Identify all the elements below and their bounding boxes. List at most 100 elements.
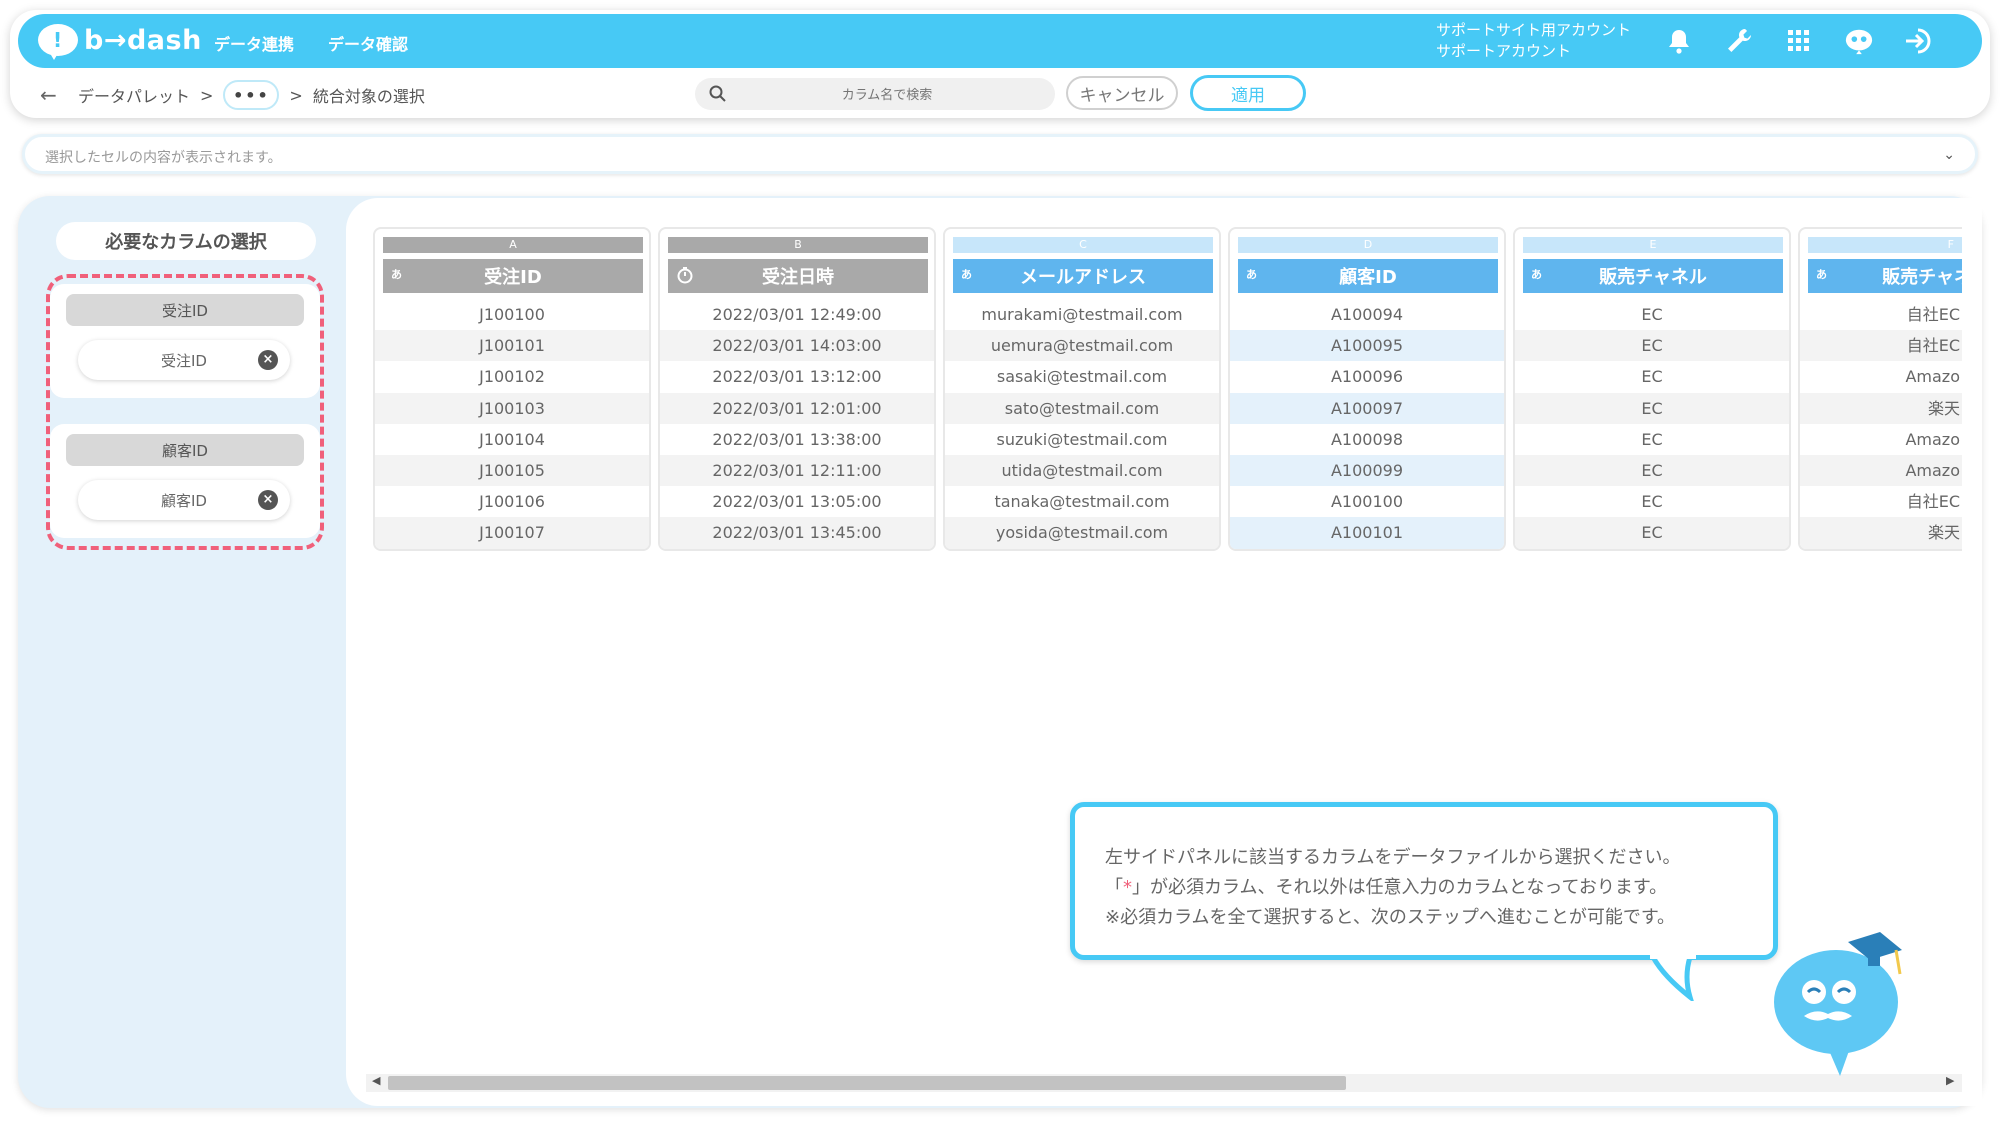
column-header[interactable]: あ メールアドレス (953, 259, 1213, 293)
table-cell[interactable]: uemura@testmail.com (945, 330, 1219, 362)
nav-data-check[interactable]: データ確認 (328, 31, 408, 55)
nav-data-integration[interactable]: データ連携 (214, 31, 294, 55)
table-cell[interactable]: EC (1515, 454, 1789, 487)
scrollbar-thumb[interactable] (388, 1076, 1346, 1090)
table-cell[interactable]: 楽天 (1800, 517, 1962, 549)
breadcrumb-data-palette[interactable]: データパレット (78, 83, 190, 107)
breadcrumb-more-button[interactable]: ••• (223, 80, 280, 110)
table-cell[interactable]: Amazo (1800, 424, 1962, 455)
table-cell[interactable]: A100095 (1230, 330, 1504, 362)
table-cell[interactable]: J100103 (375, 392, 649, 424)
mascot-support-icon[interactable] (1844, 26, 1874, 56)
table-cell[interactable]: EC (1515, 330, 1789, 362)
cancel-button[interactable]: キャンセル (1066, 76, 1178, 110)
table-cell[interactable]: A100099 (1230, 454, 1504, 487)
wrench-icon[interactable] (1724, 26, 1754, 56)
column-header[interactable]: 受注日時 (668, 259, 928, 293)
app-logo[interactable]: ! b→dash (38, 24, 202, 60)
column-header[interactable]: あ 顧客ID (1238, 259, 1498, 293)
column-letter: B (668, 237, 928, 253)
table-column-e[interactable]: E あ 販売チャネル EC EC EC EC EC EC EC EC (1513, 227, 1791, 551)
cell-content-placeholder: 選択したセルの内容が表示されます。 (45, 150, 282, 166)
table-cell[interactable]: J100100 (375, 299, 649, 330)
table-cell[interactable]: J100105 (375, 454, 649, 487)
table-cell[interactable]: Amazo (1800, 454, 1962, 487)
table-cell[interactable]: utida@testmail.com (945, 454, 1219, 487)
table-cell[interactable]: 楽天 (1800, 392, 1962, 424)
table-cell[interactable]: J100104 (375, 424, 649, 455)
table-cell[interactable]: sato@testmail.com (945, 392, 1219, 424)
breadcrumb: ← データパレット > ••• > 統合対象の選択 (40, 80, 425, 110)
table-cell[interactable]: A100098 (1230, 424, 1504, 455)
account-info[interactable]: サポートサイト用アカウント サポートアカウント (1436, 20, 1631, 62)
table-cell[interactable]: J100101 (375, 330, 649, 362)
logo-bubble-icon: ! (38, 24, 78, 60)
table-cell[interactable]: EC (1515, 517, 1789, 549)
table-cell[interactable]: EC (1515, 392, 1789, 424)
table-cell[interactable]: 2022/03/01 13:45:00 (660, 517, 934, 549)
table-cell[interactable]: 2022/03/01 13:12:00 (660, 361, 934, 392)
table-cell[interactable]: 自社EC (1800, 486, 1962, 517)
table-cell[interactable]: EC (1515, 361, 1789, 392)
column-header[interactable]: あ 受注ID (383, 259, 643, 293)
column-search[interactable] (695, 78, 1055, 110)
logo-text: b→dash (84, 24, 202, 56)
table-cell[interactable]: A100094 (1230, 299, 1504, 330)
table-cell[interactable]: 2022/03/01 14:03:00 (660, 330, 934, 362)
table-cell[interactable]: 2022/03/01 12:49:00 (660, 299, 934, 330)
required-columns-title: 必要なカラムの選択 (56, 222, 316, 260)
table-cell[interactable]: J100102 (375, 361, 649, 392)
table-cell[interactable]: 2022/03/01 13:05:00 (660, 486, 934, 517)
tooltip-bracket-open: 「 (1105, 877, 1123, 898)
logout-icon[interactable] (1904, 26, 1934, 56)
scroll-right-icon[interactable]: ▶ (1946, 1074, 1954, 1087)
table-column-d[interactable]: D あ 顧客ID A100094 A100095 A100096 A100097… (1228, 227, 1506, 551)
table-cell[interactable]: A100100 (1230, 486, 1504, 517)
table-cell[interactable]: EC (1515, 299, 1789, 330)
table-cell[interactable]: sasaki@testmail.com (945, 361, 1219, 392)
remove-icon[interactable]: × (258, 490, 278, 510)
table-column-c[interactable]: C あ メールアドレス murakami@testmail.com uemura… (943, 227, 1221, 551)
table-cell[interactable]: J100107 (375, 517, 649, 549)
table-cell[interactable]: yosida@testmail.com (945, 517, 1219, 549)
required-star: * (1123, 877, 1132, 898)
table-cell[interactable]: A100101 (1230, 517, 1504, 549)
timer-icon (676, 266, 694, 287)
table-cell[interactable]: 2022/03/01 12:01:00 (660, 392, 934, 424)
bell-icon[interactable] (1664, 26, 1694, 56)
table-cell[interactable]: Amazo (1800, 361, 1962, 392)
table-cell[interactable]: A100096 (1230, 361, 1504, 392)
table-cell[interactable]: EC (1515, 486, 1789, 517)
table-cell[interactable]: 2022/03/01 13:38:00 (660, 424, 934, 455)
table-cell[interactable]: A100097 (1230, 392, 1504, 424)
mascot-character-icon (1774, 932, 1902, 1076)
chevron-down-icon[interactable]: ⌄ (1943, 147, 1955, 163)
table-column-f[interactable]: F あ 販売チャネル 自社EC 自社EC Amazo 楽天 Amazo Amaz… (1798, 227, 1962, 551)
cell-content-bar[interactable]: 選択したセルの内容が表示されます。 ⌄ (22, 134, 1978, 174)
table-cell[interactable]: murakami@testmail.com (945, 299, 1219, 330)
table-column-b[interactable]: B 受注日時 2022/03/01 12:49:00 2022/03/01 14… (658, 227, 936, 551)
apply-button[interactable]: 適用 (1190, 75, 1306, 111)
table-cell[interactable]: tanaka@testmail.com (945, 486, 1219, 517)
table-cell[interactable]: J100106 (375, 486, 649, 517)
column-letter: F (1808, 237, 1962, 253)
table-cell[interactable]: 自社EC (1800, 299, 1962, 330)
arrow-left-icon[interactable]: ← (40, 83, 70, 107)
column-group-header: 顧客ID (66, 434, 304, 466)
column-header[interactable]: あ 販売チャネル (1523, 259, 1783, 293)
selected-column-chip[interactable]: 顧客ID × (78, 480, 290, 520)
table-cell[interactable]: 自社EC (1800, 330, 1962, 362)
table-cell[interactable]: 2022/03/01 12:11:00 (660, 454, 934, 487)
table-cell[interactable]: suzuki@testmail.com (945, 424, 1219, 455)
grid-menu-icon[interactable] (1784, 26, 1814, 56)
table-cell[interactable]: EC (1515, 424, 1789, 455)
table-column-a[interactable]: A あ 受注ID J100100 J100101 J100102 J100103… (373, 227, 651, 551)
remove-icon[interactable]: × (258, 350, 278, 370)
selected-column-chip[interactable]: 受注ID × (78, 340, 290, 380)
column-header[interactable]: あ 販売チャネル (1808, 259, 1962, 293)
selected-column-label: 受注ID (161, 351, 207, 370)
selected-column-label: 顧客ID (161, 491, 207, 510)
search-input[interactable] (735, 82, 1039, 108)
column-cells: murakami@testmail.com uemura@testmail.co… (945, 299, 1219, 549)
scroll-left-icon[interactable]: ◀ (372, 1074, 380, 1087)
